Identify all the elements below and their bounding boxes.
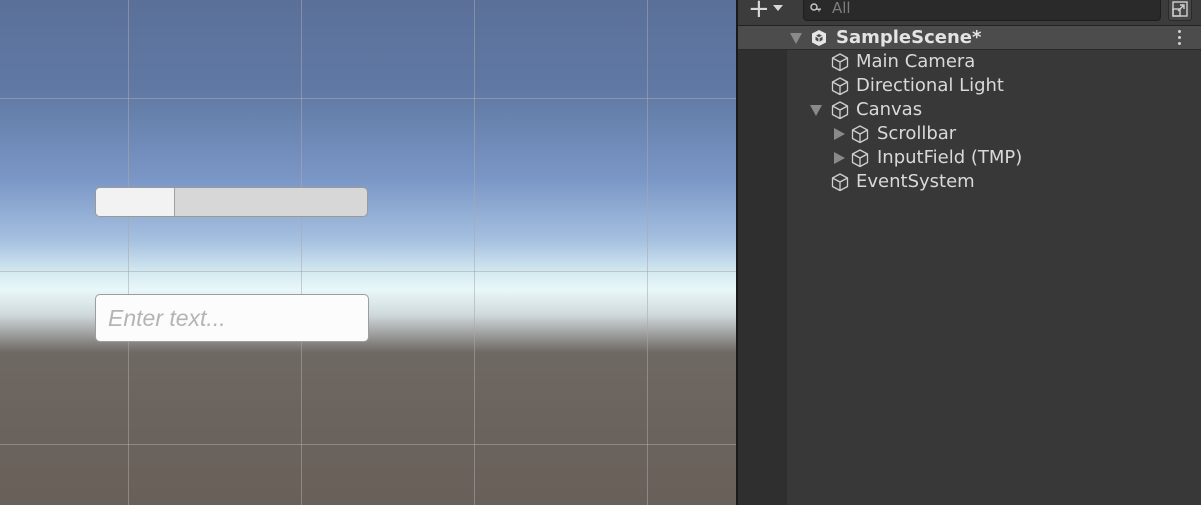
- grid-line: [128, 0, 129, 505]
- gameobject-cube-icon: [831, 173, 849, 192]
- grid-line: [647, 0, 648, 505]
- lock-button[interactable]: [1168, 0, 1192, 21]
- search-icon: [810, 3, 821, 12]
- grid-line: [474, 0, 475, 505]
- gameobject-cube-icon: [851, 149, 869, 168]
- scrollbar-handle[interactable]: [96, 188, 175, 216]
- scene-row[interactable]: SampleScene*: [738, 26, 1201, 50]
- scene-view[interactable]: Enter text...: [0, 0, 736, 505]
- plus-icon: +: [748, 0, 770, 24]
- hierarchy-item-scrollbar[interactable]: Scrollbar: [738, 122, 1201, 146]
- gameobject-cube-icon: [831, 77, 849, 96]
- hierarchy-item-canvas[interactable]: Canvas: [738, 98, 1201, 122]
- chevron-down-icon: [773, 5, 783, 11]
- gameobject-cube-icon: [831, 101, 849, 120]
- more-options-icon[interactable]: [1178, 30, 1182, 46]
- hierarchy-item-inputfield-tmp[interactable]: InputField (TMP): [738, 146, 1201, 170]
- hierarchy-item-label: EventSystem: [856, 171, 975, 192]
- hierarchy-toolbar: +: [738, 0, 1201, 26]
- grid-line: [0, 98, 736, 99]
- text-input-field[interactable]: Enter text...: [95, 294, 369, 342]
- foldout-expanded-icon[interactable]: [810, 105, 822, 116]
- grid-line: [0, 444, 736, 445]
- foldout-collapsed-icon[interactable]: [834, 128, 845, 140]
- scrollbar[interactable]: [95, 187, 368, 217]
- grid-line: [301, 0, 302, 505]
- search-input[interactable]: [832, 0, 1132, 18]
- hierarchy-item-eventsystem[interactable]: EventSystem: [738, 170, 1201, 194]
- hierarchy-item-label: Main Camera: [856, 51, 976, 72]
- foldout-collapsed-icon[interactable]: [834, 152, 845, 164]
- hierarchy-panel: + SampleScene*: [738, 0, 1201, 505]
- hierarchy-item-label: Scrollbar: [877, 123, 957, 144]
- hierarchy-item-label: Directional Light: [856, 75, 1004, 96]
- lock-icon: [1172, 1, 1188, 17]
- input-placeholder: Enter text...: [108, 305, 226, 331]
- hierarchy-item-directional-light[interactable]: Directional Light: [738, 74, 1201, 98]
- grid-line: [0, 271, 736, 272]
- search-box[interactable]: [803, 0, 1161, 21]
- hierarchy-item-label: Canvas: [856, 99, 923, 120]
- hierarchy-item-main-camera[interactable]: Main Camera: [738, 50, 1201, 74]
- hierarchy-item-label: InputField (TMP): [877, 147, 1023, 168]
- unity-scene-icon: [812, 30, 826, 46]
- gameobject-cube-icon: [851, 125, 869, 144]
- scene-name: SampleScene*: [836, 27, 982, 48]
- add-object-button[interactable]: +: [746, 0, 790, 24]
- gameobject-cube-icon: [831, 53, 849, 72]
- foldout-expanded-icon[interactable]: [790, 33, 802, 44]
